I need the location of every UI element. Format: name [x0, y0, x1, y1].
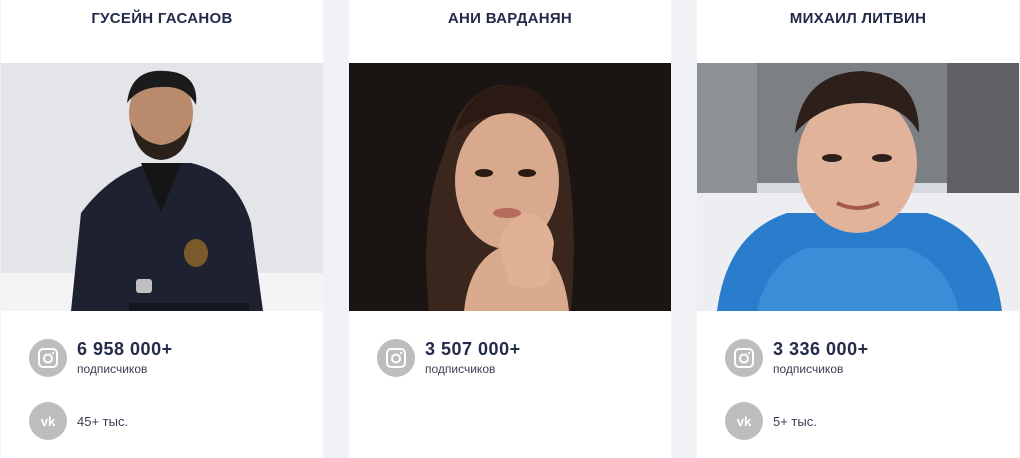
- vk-followers-count: 5+ тыс.: [773, 413, 817, 429]
- instagram-icon[interactable]: [377, 339, 415, 377]
- vk-stat: vk 45+ тыс.: [29, 402, 128, 440]
- instagram-stat: 6 958 000+ подписчиков: [29, 339, 173, 377]
- influencer-photo: [1, 63, 323, 311]
- instagram-followers-label: подписчиков: [425, 362, 496, 376]
- instagram-followers-count: 6 958 000+: [77, 339, 173, 359]
- instagram-followers-count: 3 507 000+: [425, 339, 521, 359]
- instagram-followers-count: 3 336 000+: [773, 339, 869, 359]
- instagram-icon[interactable]: [725, 339, 763, 377]
- influencer-card-3[interactable]: МИХАИЛ ЛИТВИН 3 336 000+ подписчиков vk …: [697, 0, 1019, 458]
- influencer-name: МИХАИЛ ЛИТВИН: [789, 9, 927, 27]
- instagram-stat: 3 336 000+ подписчиков: [725, 339, 869, 377]
- influencer-photo: [697, 63, 1019, 311]
- influencer-card-2[interactable]: АНИ ВАРДАНЯН 3 507 000+ подписчиков: [349, 0, 671, 458]
- vk-followers-count: 45+ тыс.: [77, 413, 129, 429]
- instagram-icon[interactable]: [29, 339, 67, 377]
- instagram-followers-label: подписчиков: [77, 362, 148, 376]
- vk-icon[interactable]: vk: [725, 402, 763, 440]
- influencer-photo: [349, 63, 671, 311]
- influencer-card-1[interactable]: ГУСЕЙН ГАСАНОВ 6 958 000+ подписчиков vk…: [1, 0, 323, 458]
- instagram-followers-label: подписчиков: [773, 362, 844, 376]
- influencer-name: ГУСЕЙН ГАСАНОВ: [91, 9, 233, 27]
- instagram-stat: 3 507 000+ подписчиков: [377, 339, 521, 377]
- vk-icon[interactable]: vk: [29, 402, 67, 440]
- influencer-name: АНИ ВАРДАНЯН: [447, 9, 573, 27]
- vk-stat: vk 5+ тыс.: [725, 402, 817, 440]
